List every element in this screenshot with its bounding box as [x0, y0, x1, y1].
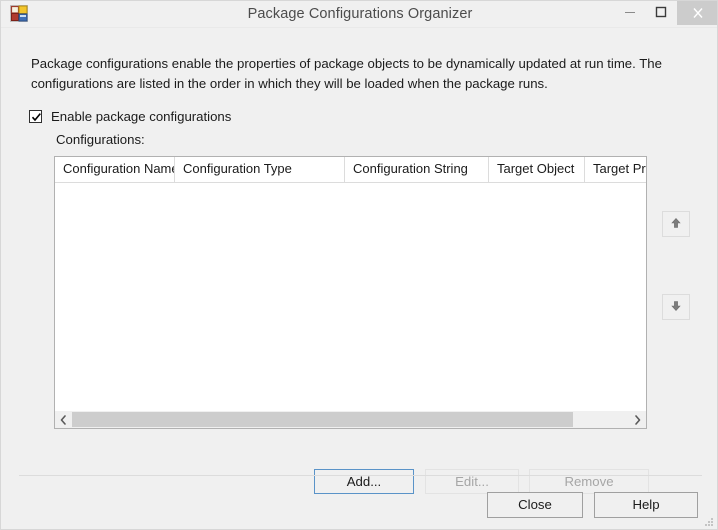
- column-header-target-property[interactable]: Target Pro: [585, 157, 646, 182]
- help-button[interactable]: Help: [594, 492, 698, 518]
- column-header-configuration-type[interactable]: Configuration Type: [175, 157, 345, 182]
- horizontal-scrollbar[interactable]: [55, 410, 646, 428]
- dialog-window: Package Configurations Organizer Package…: [0, 0, 718, 530]
- arrow-up-icon: [670, 217, 682, 232]
- scrollbar-thumb[interactable]: [72, 412, 574, 427]
- chevron-left-icon[interactable]: [55, 411, 72, 428]
- minimize-icon[interactable]: [615, 1, 645, 23]
- move-down-button[interactable]: [662, 294, 690, 320]
- list-body[interactable]: [55, 183, 646, 410]
- window-title: Package Configurations Organizer: [247, 6, 473, 22]
- list-header-row: Configuration Name Configuration Type Co…: [55, 157, 646, 183]
- enable-package-configurations-label: Enable package configurations: [51, 108, 232, 124]
- enable-package-configurations-row[interactable]: Enable package configurations: [29, 107, 231, 125]
- dialog-client-area: Package configurations enable the proper…: [2, 28, 717, 529]
- description-text: Package configurations enable the proper…: [31, 56, 662, 92]
- column-header-configuration-string[interactable]: Configuration String: [345, 157, 489, 182]
- resize-grip[interactable]: [703, 515, 715, 527]
- chevron-right-icon[interactable]: [629, 411, 646, 428]
- close-button[interactable]: Close: [487, 492, 583, 518]
- enable-package-configurations-checkbox[interactable]: [29, 109, 42, 123]
- maximize-icon[interactable]: [646, 1, 676, 23]
- edit-button[interactable]: Edit...: [425, 469, 519, 494]
- remove-button[interactable]: Remove: [529, 469, 649, 494]
- title-bar: Package Configurations Organizer: [1, 1, 717, 28]
- add-button[interactable]: Add...: [314, 469, 414, 494]
- configurations-list[interactable]: Configuration Name Configuration Type Co…: [54, 156, 647, 429]
- configurations-label: Configurations:: [56, 132, 145, 147]
- column-header-target-object[interactable]: Target Object: [489, 157, 585, 182]
- move-up-button[interactable]: [662, 211, 690, 237]
- column-header-configuration-name[interactable]: Configuration Name: [55, 157, 175, 182]
- scrollbar-track[interactable]: [72, 411, 629, 428]
- arrow-down-icon: [670, 300, 682, 315]
- close-icon[interactable]: [677, 1, 717, 25]
- footer-separator: [19, 475, 702, 476]
